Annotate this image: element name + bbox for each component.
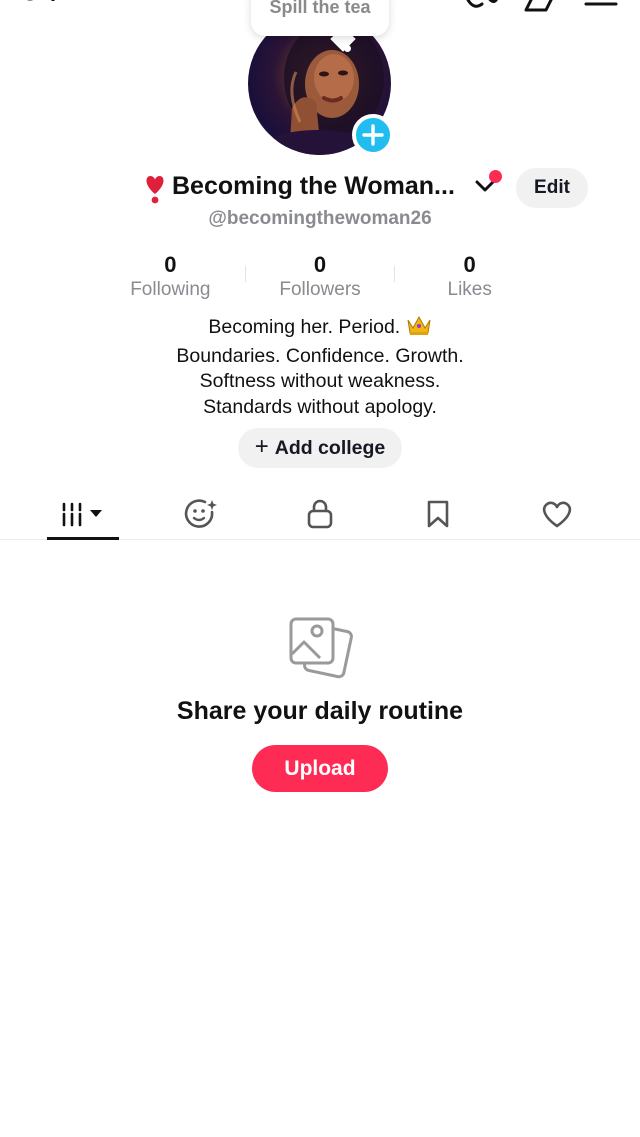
stat-value: 0 [463, 252, 476, 277]
bio-line: Boundaries. Confidence. Growth. [176, 344, 464, 367]
bookmark-icon [427, 500, 449, 528]
stat-followers[interactable]: 0 Followers [246, 252, 395, 304]
edit-profile-button[interactable]: Edit [516, 168, 588, 208]
footprint-icon[interactable] [462, 0, 502, 17]
lock-icon [307, 499, 333, 529]
stat-label: Likes [447, 279, 492, 300]
stat-label: Followers [279, 279, 361, 300]
notification-dot [489, 170, 502, 183]
profile-stats: 0 Following 0 Followers 0 Likes [96, 252, 544, 304]
tab-liked[interactable] [533, 488, 581, 540]
stat-label: Following [130, 279, 211, 300]
plus-icon: + [254, 433, 269, 460]
stat-value: 0 [313, 252, 327, 277]
tab-reposts[interactable] [178, 488, 226, 540]
add-college-label: Add college [274, 436, 386, 459]
tab-private[interactable] [296, 488, 344, 540]
tab-videos[interactable] [47, 488, 119, 540]
bio-line: Becoming her. Period. [208, 316, 401, 338]
videos-grid-icon [62, 502, 102, 527]
heart-exclamation-icon [142, 172, 168, 211]
profile-bio: Becoming her. Period. Boundaries. Confid… [0, 314, 640, 420]
active-tab-indicator [47, 537, 119, 540]
status-bubble-text: Spill the tea [269, 0, 371, 17]
bio-line: Standards without apology. [203, 395, 437, 418]
plus-icon [362, 124, 384, 146]
stat-value: 0 [164, 252, 177, 277]
crown-icon [406, 314, 432, 344]
heart-icon [542, 501, 572, 528]
stat-likes[interactable]: 0 Likes [395, 252, 544, 304]
add-college-button[interactable]: + Add college [238, 428, 402, 468]
bubble-dot [344, 45, 351, 52]
stat-following[interactable]: 0 Following [96, 252, 245, 304]
add-friend-icon[interactable] [18, 0, 62, 15]
empty-state-title: Share your daily routine [176, 697, 464, 725]
profile-tabs [0, 488, 640, 540]
share-profile-icon[interactable] [520, 0, 560, 17]
bio-line: Softness without weakness. [199, 370, 441, 392]
repost-icon [184, 499, 217, 528]
display-name: Becoming the Woman... [172, 172, 455, 200]
photos-icon [286, 614, 354, 685]
menu-icon[interactable] [584, 0, 618, 15]
add-avatar-button[interactable] [352, 114, 394, 156]
tab-saved[interactable] [414, 488, 462, 540]
upload-button[interactable]: Upload [252, 745, 388, 792]
username-handle: @becomingthewoman26 [208, 208, 432, 229]
status-bubble[interactable]: Spill the tea [251, 0, 389, 36]
